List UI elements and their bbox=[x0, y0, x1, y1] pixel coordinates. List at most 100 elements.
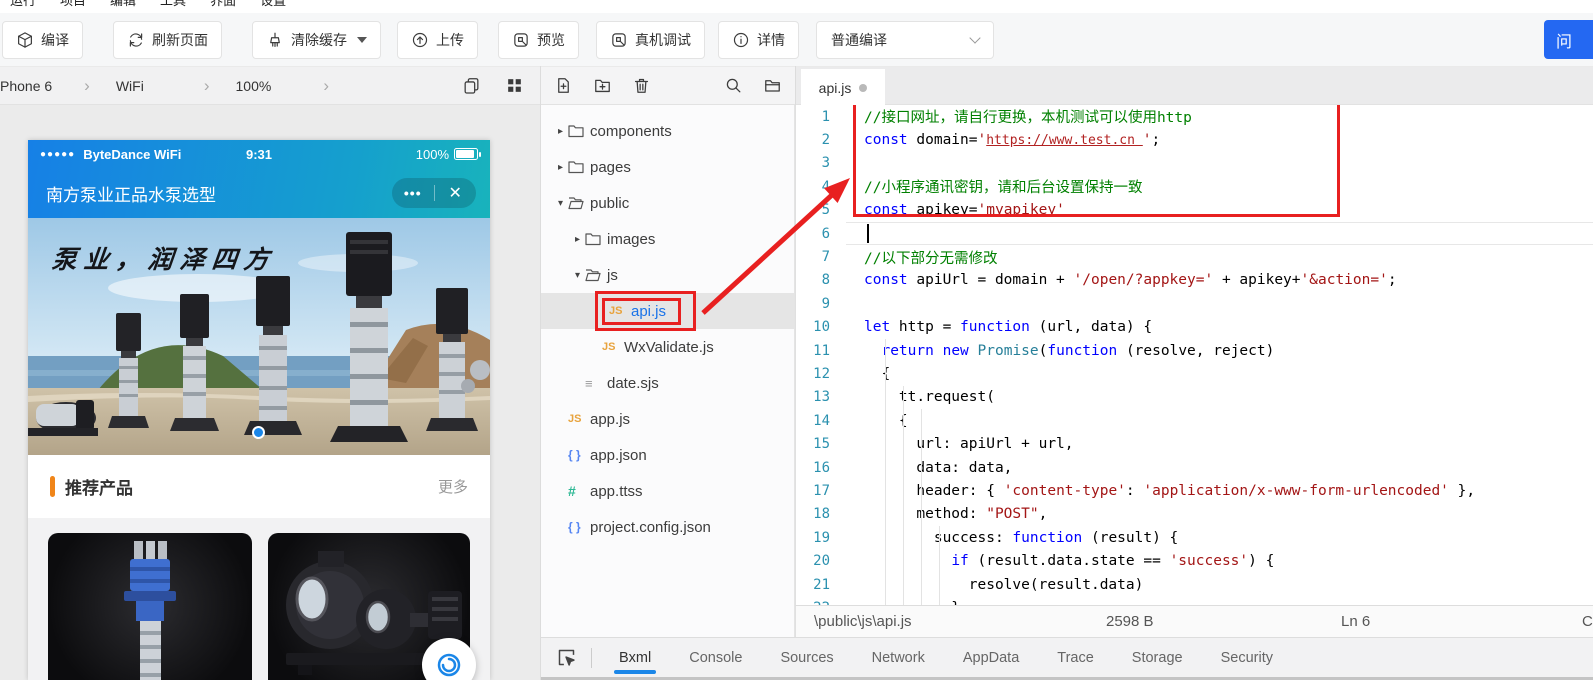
folder-icon bbox=[568, 124, 590, 138]
toolbar-button-upload[interactable]: 上传 bbox=[397, 21, 478, 59]
caret-collapsed-icon[interactable]: ▸ bbox=[553, 162, 568, 173]
toolbar-button-device-debug[interactable]: 真机调试 bbox=[596, 21, 705, 59]
menu-item-界面[interactable]: 界面 bbox=[210, 0, 236, 11]
text-cursor bbox=[867, 224, 869, 243]
code-editor[interactable]: 1//接口网址，请自行更换，本机测试可以使用http2const domain=… bbox=[795, 105, 1593, 605]
tree-item-images[interactable]: ▸images bbox=[541, 221, 794, 257]
code-line: 17 header: { 'content-type': 'applicatio… bbox=[796, 479, 1593, 502]
compile-mode-dropdown[interactable]: 普通编译 bbox=[816, 21, 994, 59]
more-link[interactable]: 更多 bbox=[438, 476, 468, 497]
chevron-right-icon: › bbox=[84, 76, 90, 96]
debug-tab-bxml[interactable]: Bxml bbox=[600, 638, 670, 677]
line-number: 10 bbox=[796, 319, 846, 335]
menu-item-编辑[interactable]: 编辑 bbox=[110, 0, 136, 11]
code-line: 14 { bbox=[796, 409, 1593, 432]
caret-collapsed-icon[interactable]: ▸ bbox=[553, 126, 568, 137]
editor-status-bar: \public\js\api.js 2598 B Ln 6 Co bbox=[795, 605, 1593, 637]
ide-window: 运行 项目 编辑 工具 界面 设置 编译刷新页面 清除缓存 上传预览真机调试详情 普通编译 问… bbox=[0, 0, 1593, 680]
tree-item-components[interactable]: ▸ components bbox=[541, 113, 794, 149]
line-number: 21 bbox=[796, 577, 846, 593]
menu-item-工具[interactable]: 工具 bbox=[160, 0, 186, 11]
tree-item-api.js[interactable]: JSapi.js bbox=[541, 293, 794, 329]
contact-swirl-icon bbox=[434, 650, 464, 680]
code-line: 20 if (result.data.state == 'success') { bbox=[796, 549, 1593, 572]
phone-preview: ●●●●● ByteDance WiFi 9:31 100% 南方泵业正品水泵选… bbox=[28, 140, 490, 680]
open-folder-icon[interactable] bbox=[763, 76, 782, 95]
debug-tab-console[interactable]: Console bbox=[670, 638, 761, 677]
new-file-icon[interactable] bbox=[554, 76, 573, 95]
code-line: 12 { bbox=[796, 362, 1593, 385]
simulator-area: ●●●●● ByteDance WiFi 9:31 100% 南方泵业正品水泵选… bbox=[0, 105, 540, 680]
js-file-icon: JS bbox=[602, 341, 624, 353]
tree-item-public[interactable]: ▾public bbox=[541, 185, 794, 221]
tab-api-js[interactable]: api.js bbox=[801, 69, 885, 106]
device-bar: Phone 6 › WiFi › 100% › api.js bbox=[0, 66, 1593, 105]
tree-item-label: WxValidate.js bbox=[624, 339, 714, 356]
line-number: 12 bbox=[796, 366, 846, 382]
tree-item-date.sjs[interactable]: ≡date.sjs bbox=[541, 365, 794, 401]
code-line: 18 method: "POST", bbox=[796, 503, 1593, 526]
tree-item-app.js[interactable]: JSapp.js bbox=[541, 401, 794, 437]
button-label: 清除缓存 bbox=[291, 30, 347, 50]
code-line: 9 bbox=[796, 292, 1593, 315]
code-line: 15 url: apiUrl + url, bbox=[796, 432, 1593, 455]
toolbar-button-preview[interactable]: 预览 bbox=[498, 21, 579, 59]
feedback-label: 问 bbox=[1556, 28, 1572, 52]
code-annotation-box bbox=[853, 105, 1340, 217]
brush-icon bbox=[266, 31, 284, 49]
folder-icon bbox=[585, 232, 607, 246]
tree-item-app.json[interactable]: { }app.json bbox=[541, 437, 794, 473]
section-title: 推荐产品 bbox=[65, 474, 133, 499]
search-icon[interactable] bbox=[724, 76, 743, 95]
layout-grid-icon[interactable] bbox=[505, 76, 524, 95]
code-line: 10let http = function (url, data) { bbox=[796, 316, 1593, 339]
debug-tab-trace[interactable]: Trace bbox=[1038, 638, 1113, 677]
caret-expanded-icon[interactable]: ▾ bbox=[570, 270, 585, 281]
code-line: 21 resolve(result.data) bbox=[796, 573, 1593, 596]
menu-item-设置[interactable]: 设置 bbox=[260, 0, 286, 11]
debug-tab-storage[interactable]: Storage bbox=[1113, 638, 1202, 677]
tree-item-label: app.js bbox=[590, 411, 630, 428]
tree-item-pages[interactable]: ▸pages bbox=[541, 149, 794, 185]
menu-item-项目[interactable]: 项目 bbox=[60, 0, 86, 11]
new-folder-icon[interactable] bbox=[593, 76, 612, 95]
line-number: 18 bbox=[796, 506, 846, 522]
line-number: 15 bbox=[796, 436, 846, 452]
folder-open-icon bbox=[585, 268, 607, 282]
tree-item-project.config.json[interactable]: { }project.config.json bbox=[541, 509, 794, 545]
debug-tab-network[interactable]: Network bbox=[853, 638, 944, 677]
duplicate-view-icon[interactable] bbox=[462, 76, 481, 95]
tree-item-label: components bbox=[590, 123, 672, 140]
zoom-selector[interactable]: 100% bbox=[236, 78, 272, 94]
inspect-element-icon[interactable] bbox=[540, 647, 591, 668]
battery-icon bbox=[454, 148, 478, 160]
debug-tab-sources[interactable]: Sources bbox=[761, 638, 852, 677]
menu-item-运行[interactable]: 运行 bbox=[10, 0, 36, 11]
caret-collapsed-icon[interactable]: ▸ bbox=[570, 234, 585, 245]
toolbar-button-clear-cache[interactable]: 清除缓存 bbox=[252, 21, 381, 59]
close-icon[interactable]: ✕ bbox=[435, 183, 477, 203]
tree-item-app.ttss[interactable]: #app.ttss bbox=[541, 473, 794, 509]
tree-item-WxValidate.js[interactable]: JSWxValidate.js bbox=[541, 329, 794, 365]
js-file-icon: JS bbox=[568, 413, 590, 425]
feedback-button[interactable]: 问 bbox=[1544, 20, 1593, 59]
phone-title-bar: 南方泵业正品水泵选型 ••• ✕ bbox=[28, 168, 490, 218]
more-menu-icon[interactable]: ••• bbox=[392, 185, 434, 201]
delete-file-icon[interactable] bbox=[632, 76, 651, 95]
product-card-vertical-pump[interactable] bbox=[48, 533, 252, 680]
device-selector[interactable]: Phone 6 bbox=[0, 78, 52, 94]
panel-divider[interactable] bbox=[540, 66, 541, 680]
debug-tab-appdata[interactable]: AppData bbox=[944, 638, 1038, 677]
toolbar-button-details[interactable]: 详情 bbox=[718, 21, 799, 59]
banner-carousel[interactable]: 泵业，润泽四方 bbox=[28, 218, 490, 455]
toolbar-button-refresh-page[interactable]: 刷新页面 bbox=[113, 21, 222, 59]
code-line: 16 data: data, bbox=[796, 456, 1593, 479]
phone-status-bar: ●●●●● ByteDance WiFi 9:31 100% bbox=[28, 140, 490, 168]
tree-item-label: project.config.json bbox=[590, 519, 711, 536]
debug-tab-security[interactable]: Security bbox=[1202, 638, 1292, 677]
network-selector[interactable]: WiFi bbox=[116, 78, 144, 94]
toolbar-button-compile[interactable]: 编译 bbox=[2, 21, 83, 59]
tree-item-js[interactable]: ▾js bbox=[541, 257, 794, 293]
caret-expanded-icon[interactable]: ▾ bbox=[553, 198, 568, 209]
cursor-line: Ln 6 bbox=[1341, 613, 1370, 630]
